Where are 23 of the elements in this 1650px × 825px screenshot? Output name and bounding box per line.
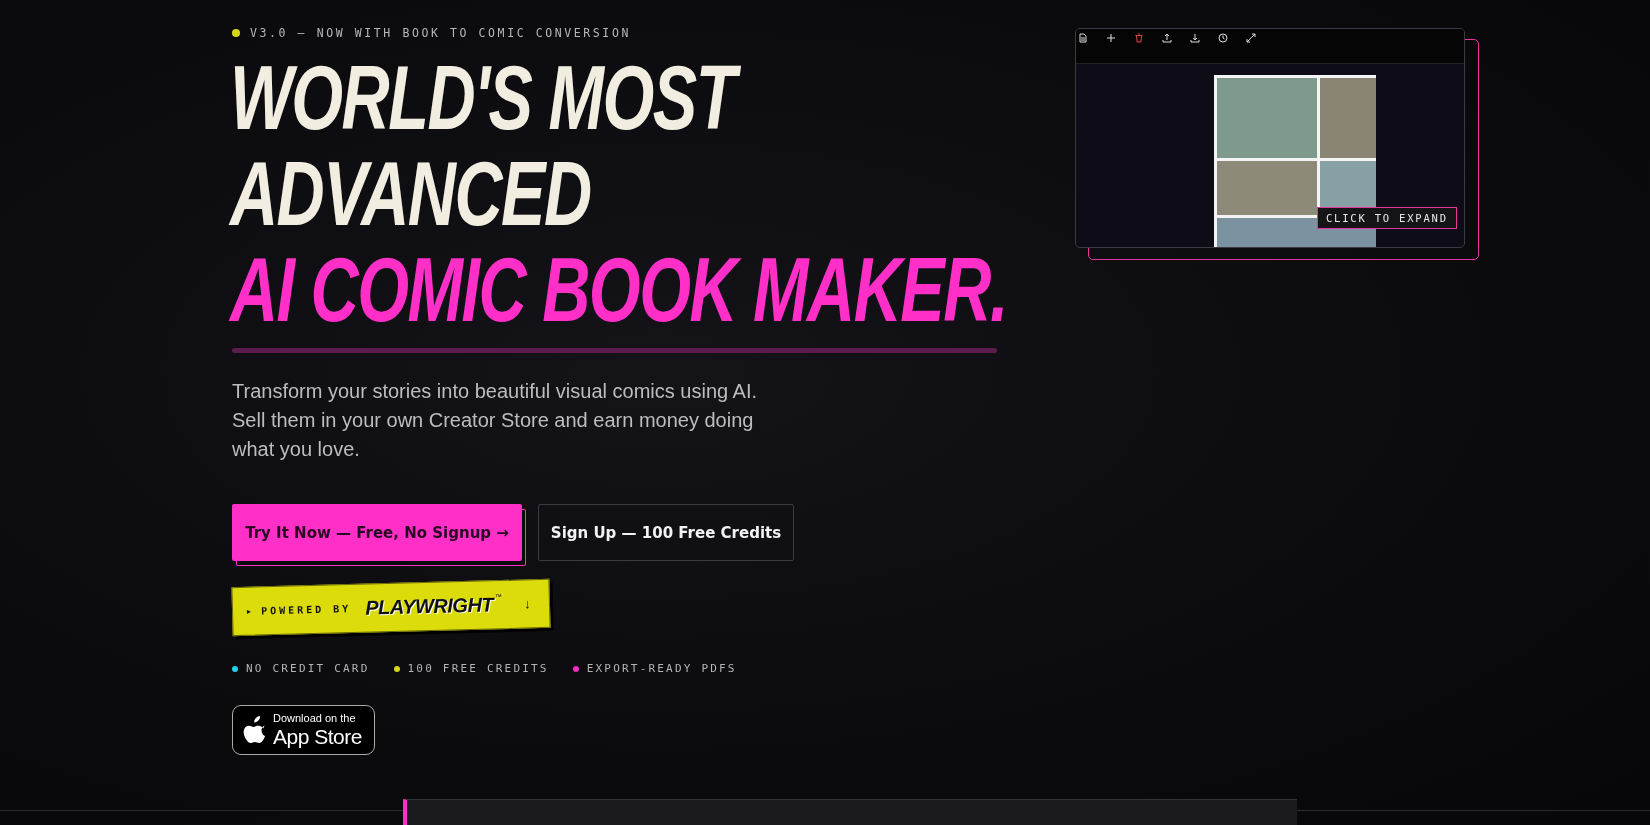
feature-label: EXPORT-READY PDFS [586, 662, 737, 675]
app-store-button[interactable]: Download on the App Store [232, 705, 375, 755]
app-store-title: App Store [273, 725, 362, 748]
apple-logo-icon [243, 716, 267, 744]
powered-by-label: POWERED BY [260, 603, 352, 617]
download-icon[interactable] [1190, 33, 1200, 43]
plus-icon[interactable] [1106, 33, 1116, 43]
subtitle-text: Transform your stories into beautiful visual comics using AI. Sell them in your own Creator Store and earn money doing what you love. [232, 379, 759, 462]
trash-icon[interactable] [1134, 33, 1144, 43]
down-arrow: ↓ [523, 596, 531, 612]
expand-button[interactable]: CLICK TO EXPAND [1317, 207, 1457, 229]
feature-label: 100 FREE CREDITS [407, 662, 549, 675]
document-icon[interactable] [1078, 33, 1088, 43]
app-store-caption: Download on the [273, 712, 356, 725]
brand-wordmark: PLAYWRIGHT [364, 593, 494, 620]
clock-icon[interactable] [1218, 33, 1228, 43]
sign-up-button[interactable]: Sign Up — 100 Free Credits [538, 504, 794, 561]
editor-preview[interactable]: CLICK TO EXPAND [1075, 28, 1465, 248]
announcement-text: V3.0 — NOW WITH BOOK TO COMIC CONVERSION [250, 26, 631, 40]
upload-icon[interactable] [1162, 33, 1172, 43]
triangle-marker: ▸ [246, 606, 252, 616]
feature-label: NO CREDIT CARD [246, 662, 370, 675]
expand-icon[interactable] [1246, 33, 1256, 43]
